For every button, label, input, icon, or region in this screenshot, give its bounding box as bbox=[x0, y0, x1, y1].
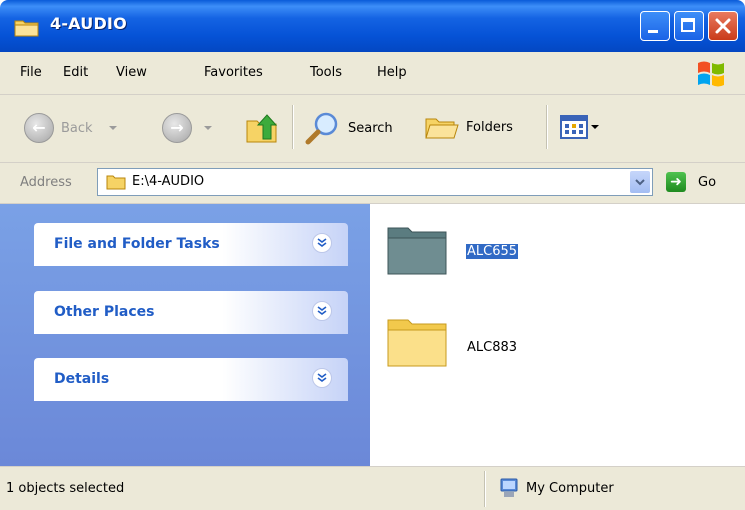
views-dropdown-icon[interactable] bbox=[591, 125, 599, 129]
search-icon bbox=[305, 112, 338, 145]
views-button[interactable] bbox=[560, 115, 599, 139]
folders-icon bbox=[425, 118, 459, 139]
forward-arrow-icon: → bbox=[162, 113, 192, 143]
address-dropdown-button[interactable] bbox=[630, 171, 650, 193]
expand-chevron-icon[interactable] bbox=[312, 368, 332, 388]
status-location-text: My Computer bbox=[526, 481, 614, 496]
panel-title[interactable]: Other Places bbox=[54, 304, 154, 320]
address-value: E:\4-AUDIO bbox=[132, 174, 205, 189]
folder-icon bbox=[387, 319, 447, 367]
back-arrow-icon: ← bbox=[24, 113, 54, 143]
menu-bar: File Edit View Favorites Tools Help bbox=[0, 52, 745, 95]
panel-title[interactable]: Details bbox=[54, 371, 109, 387]
other-places-panel[interactable]: Other Places bbox=[34, 291, 348, 334]
menu-help[interactable]: Help bbox=[377, 65, 407, 80]
folder-icon bbox=[387, 227, 447, 275]
folders-button[interactable]: Folders bbox=[424, 111, 513, 143]
back-button[interactable]: ← Back bbox=[24, 113, 117, 143]
menu-file[interactable]: File bbox=[20, 65, 42, 80]
menu-edit[interactable]: Edit bbox=[63, 65, 88, 80]
explorer-window: 4-AUDIO File Edit View Favorites Tools H… bbox=[0, 0, 745, 510]
views-icon bbox=[560, 115, 588, 139]
back-dropdown-icon[interactable] bbox=[108, 126, 117, 130]
title-bar[interactable]: 4-AUDIO bbox=[0, 0, 745, 52]
toolbar-separator bbox=[546, 105, 548, 149]
maximize-button[interactable] bbox=[674, 11, 704, 41]
search-button[interactable]: Search bbox=[304, 109, 393, 147]
windows-logo-icon bbox=[698, 61, 724, 87]
file-list: ALC655 ALC883 bbox=[370, 204, 745, 466]
address-bar: Address E:\4-AUDIO ➜ Go bbox=[0, 163, 745, 204]
close-button[interactable] bbox=[708, 11, 738, 41]
status-bar: 1 objects selected My Computer bbox=[0, 466, 745, 510]
panel-title[interactable]: File and Folder Tasks bbox=[54, 236, 220, 252]
menu-favorites[interactable]: Favorites bbox=[204, 65, 263, 80]
go-button[interactable]: Go bbox=[698, 175, 716, 190]
status-selection-text: 1 objects selected bbox=[6, 481, 125, 496]
back-label: Back bbox=[61, 120, 93, 136]
window-title: 4-AUDIO bbox=[50, 14, 127, 33]
forward-button[interactable]: → bbox=[162, 113, 212, 143]
expand-chevron-icon[interactable] bbox=[312, 301, 332, 321]
file-name[interactable]: ALC655 bbox=[466, 244, 519, 259]
menu-tools[interactable]: Tools bbox=[310, 65, 342, 80]
toolbar: ← Back → Search Folders bbox=[0, 95, 745, 163]
folder-icon bbox=[14, 20, 39, 37]
file-folder-tasks-panel[interactable]: File and Folder Tasks bbox=[34, 223, 348, 266]
address-label: Address bbox=[20, 175, 72, 190]
menu-view[interactable]: View bbox=[116, 65, 147, 80]
toolbar-separator bbox=[292, 105, 294, 149]
expand-chevron-icon[interactable] bbox=[312, 233, 332, 253]
status-separator bbox=[484, 471, 486, 507]
folder-icon bbox=[106, 175, 126, 190]
up-folder-icon[interactable] bbox=[244, 109, 280, 145]
close-icon bbox=[715, 18, 731, 34]
minimize-button[interactable] bbox=[640, 11, 670, 41]
chevron-down-icon bbox=[635, 179, 645, 186]
details-panel[interactable]: Details bbox=[34, 358, 348, 401]
task-pane: File and Folder Tasks Other Places Detai… bbox=[0, 204, 370, 466]
folders-label: Folders bbox=[466, 119, 513, 135]
address-input[interactable]: E:\4-AUDIO bbox=[97, 168, 653, 196]
go-arrow-icon[interactable]: ➜ bbox=[666, 172, 686, 192]
file-name[interactable]: ALC883 bbox=[467, 340, 517, 355]
search-label: Search bbox=[348, 120, 393, 136]
my-computer-icon bbox=[500, 478, 518, 497]
forward-dropdown-icon[interactable] bbox=[204, 126, 212, 130]
